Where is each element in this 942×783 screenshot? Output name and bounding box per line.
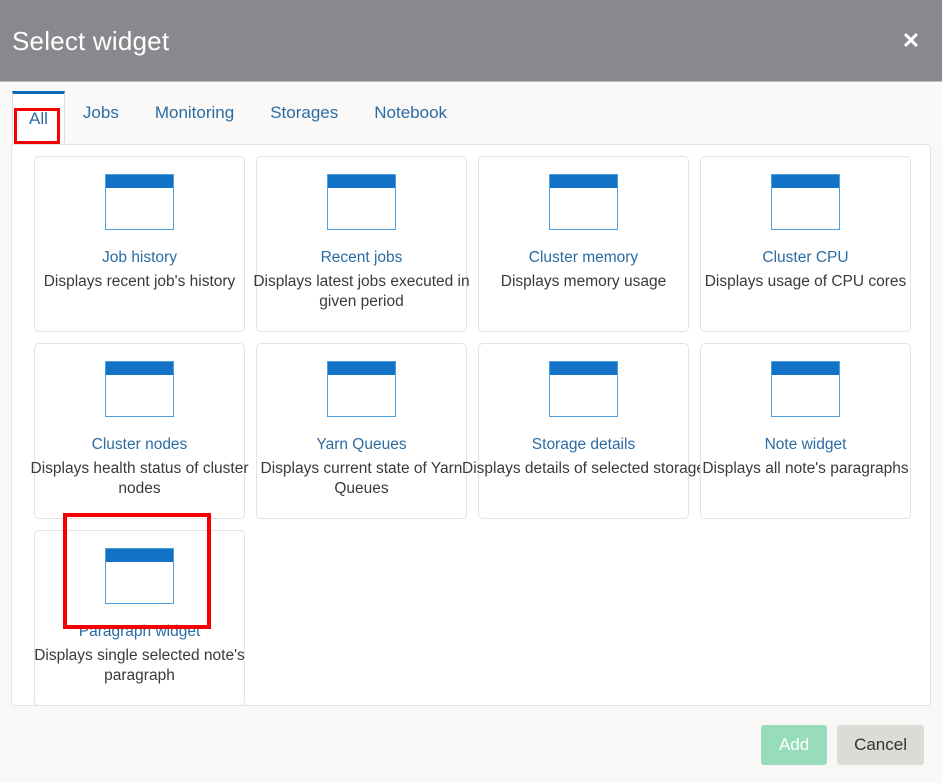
window-widget-icon bbox=[105, 548, 174, 604]
widget-name: Cluster memory bbox=[528, 249, 639, 266]
widget-card[interactable]: Note widget Displays all note's paragraph… bbox=[700, 343, 911, 519]
tab-storages[interactable]: Storages bbox=[252, 82, 356, 144]
widget-name: Job history bbox=[102, 249, 177, 266]
widget-name: Yarn Queues bbox=[316, 436, 407, 453]
widget-card[interactable]: Paragraph widget Displays single selected… bbox=[34, 530, 245, 706]
window-titlebar-icon-part bbox=[772, 175, 839, 188]
widget-description: Displays latest jobs executed in given p… bbox=[253, 272, 470, 311]
tab-notebook[interactable]: Notebook bbox=[356, 82, 465, 144]
widget-description: Displays health status of cluster nodes bbox=[30, 459, 249, 498]
widget-card[interactable]: Cluster nodes Displays health status of c… bbox=[31, 343, 248, 519]
window-titlebar-icon-part bbox=[550, 175, 617, 188]
widget-description: Displays single selected note's paragrap… bbox=[34, 646, 245, 685]
window-widget-icon bbox=[549, 174, 618, 230]
window-titlebar-icon-part bbox=[328, 175, 395, 188]
window-titlebar-icon-part bbox=[106, 549, 173, 562]
widget-card[interactable]: Recent jobs Displays latest jobs executed… bbox=[253, 156, 470, 332]
widget-name: Note widget bbox=[764, 436, 847, 453]
dialog-footer: Add Cancel bbox=[0, 706, 942, 783]
tab-jobs[interactable]: Jobs bbox=[65, 82, 137, 144]
widget-list-panel: Job history Displays recent job's history… bbox=[11, 144, 931, 706]
widget-card[interactable]: Storage details Displays details of selec… bbox=[462, 343, 705, 519]
tab-bar: All Jobs Monitoring Storages Notebook bbox=[0, 82, 942, 145]
window-widget-icon bbox=[549, 361, 618, 417]
tab-monitoring[interactable]: Monitoring bbox=[137, 82, 252, 144]
widget-description: Displays usage of CPU cores bbox=[704, 272, 907, 290]
widget-grid: Job history Displays recent job's history… bbox=[12, 155, 930, 706]
widget-card[interactable]: Cluster CPU Displays usage of CPU cores bbox=[700, 156, 911, 332]
widget-description: Displays all note's paragraphs bbox=[702, 459, 909, 477]
widget-name: Cluster CPU bbox=[762, 249, 849, 266]
window-titlebar-icon-part bbox=[550, 362, 617, 375]
dialog-header: Select widget ✕ bbox=[0, 0, 942, 82]
page-title: Select widget bbox=[12, 25, 170, 56]
close-icon[interactable]: ✕ bbox=[898, 28, 924, 54]
window-widget-icon bbox=[771, 174, 840, 230]
window-widget-icon bbox=[771, 361, 840, 417]
window-widget-icon bbox=[105, 174, 174, 230]
widget-card[interactable]: Cluster memory Displays memory usage bbox=[478, 156, 689, 332]
widget-name: Recent jobs bbox=[320, 249, 403, 266]
window-titlebar-icon-part bbox=[772, 362, 839, 375]
select-widget-dialog: Select widget ✕ All Jobs Monitoring Storage… bbox=[0, 0, 942, 783]
widget-name: Storage details bbox=[531, 436, 636, 453]
widget-name: Paragraph widget bbox=[78, 623, 201, 640]
widget-description: Displays recent job's history bbox=[43, 272, 236, 290]
widget-name: Cluster nodes bbox=[91, 436, 188, 453]
widget-card[interactable]: Job history Displays recent job's history bbox=[34, 156, 245, 332]
widget-card[interactable]: Yarn Queues Displays current state of Yar… bbox=[256, 343, 467, 519]
tab-all[interactable]: All bbox=[12, 91, 65, 145]
window-widget-icon bbox=[327, 174, 396, 230]
window-titlebar-icon-part bbox=[106, 175, 173, 188]
window-widget-icon bbox=[327, 361, 396, 417]
widget-description: Displays memory usage bbox=[500, 272, 667, 290]
widget-description: Displays current state of Yarn Queues bbox=[260, 459, 463, 498]
window-widget-icon bbox=[105, 361, 174, 417]
window-titlebar-icon-part bbox=[328, 362, 395, 375]
add-button[interactable]: Add bbox=[761, 724, 828, 765]
cancel-button[interactable]: Cancel bbox=[837, 724, 924, 765]
widget-description: Displays details of selected storage bbox=[462, 459, 705, 477]
window-titlebar-icon-part bbox=[106, 362, 173, 375]
